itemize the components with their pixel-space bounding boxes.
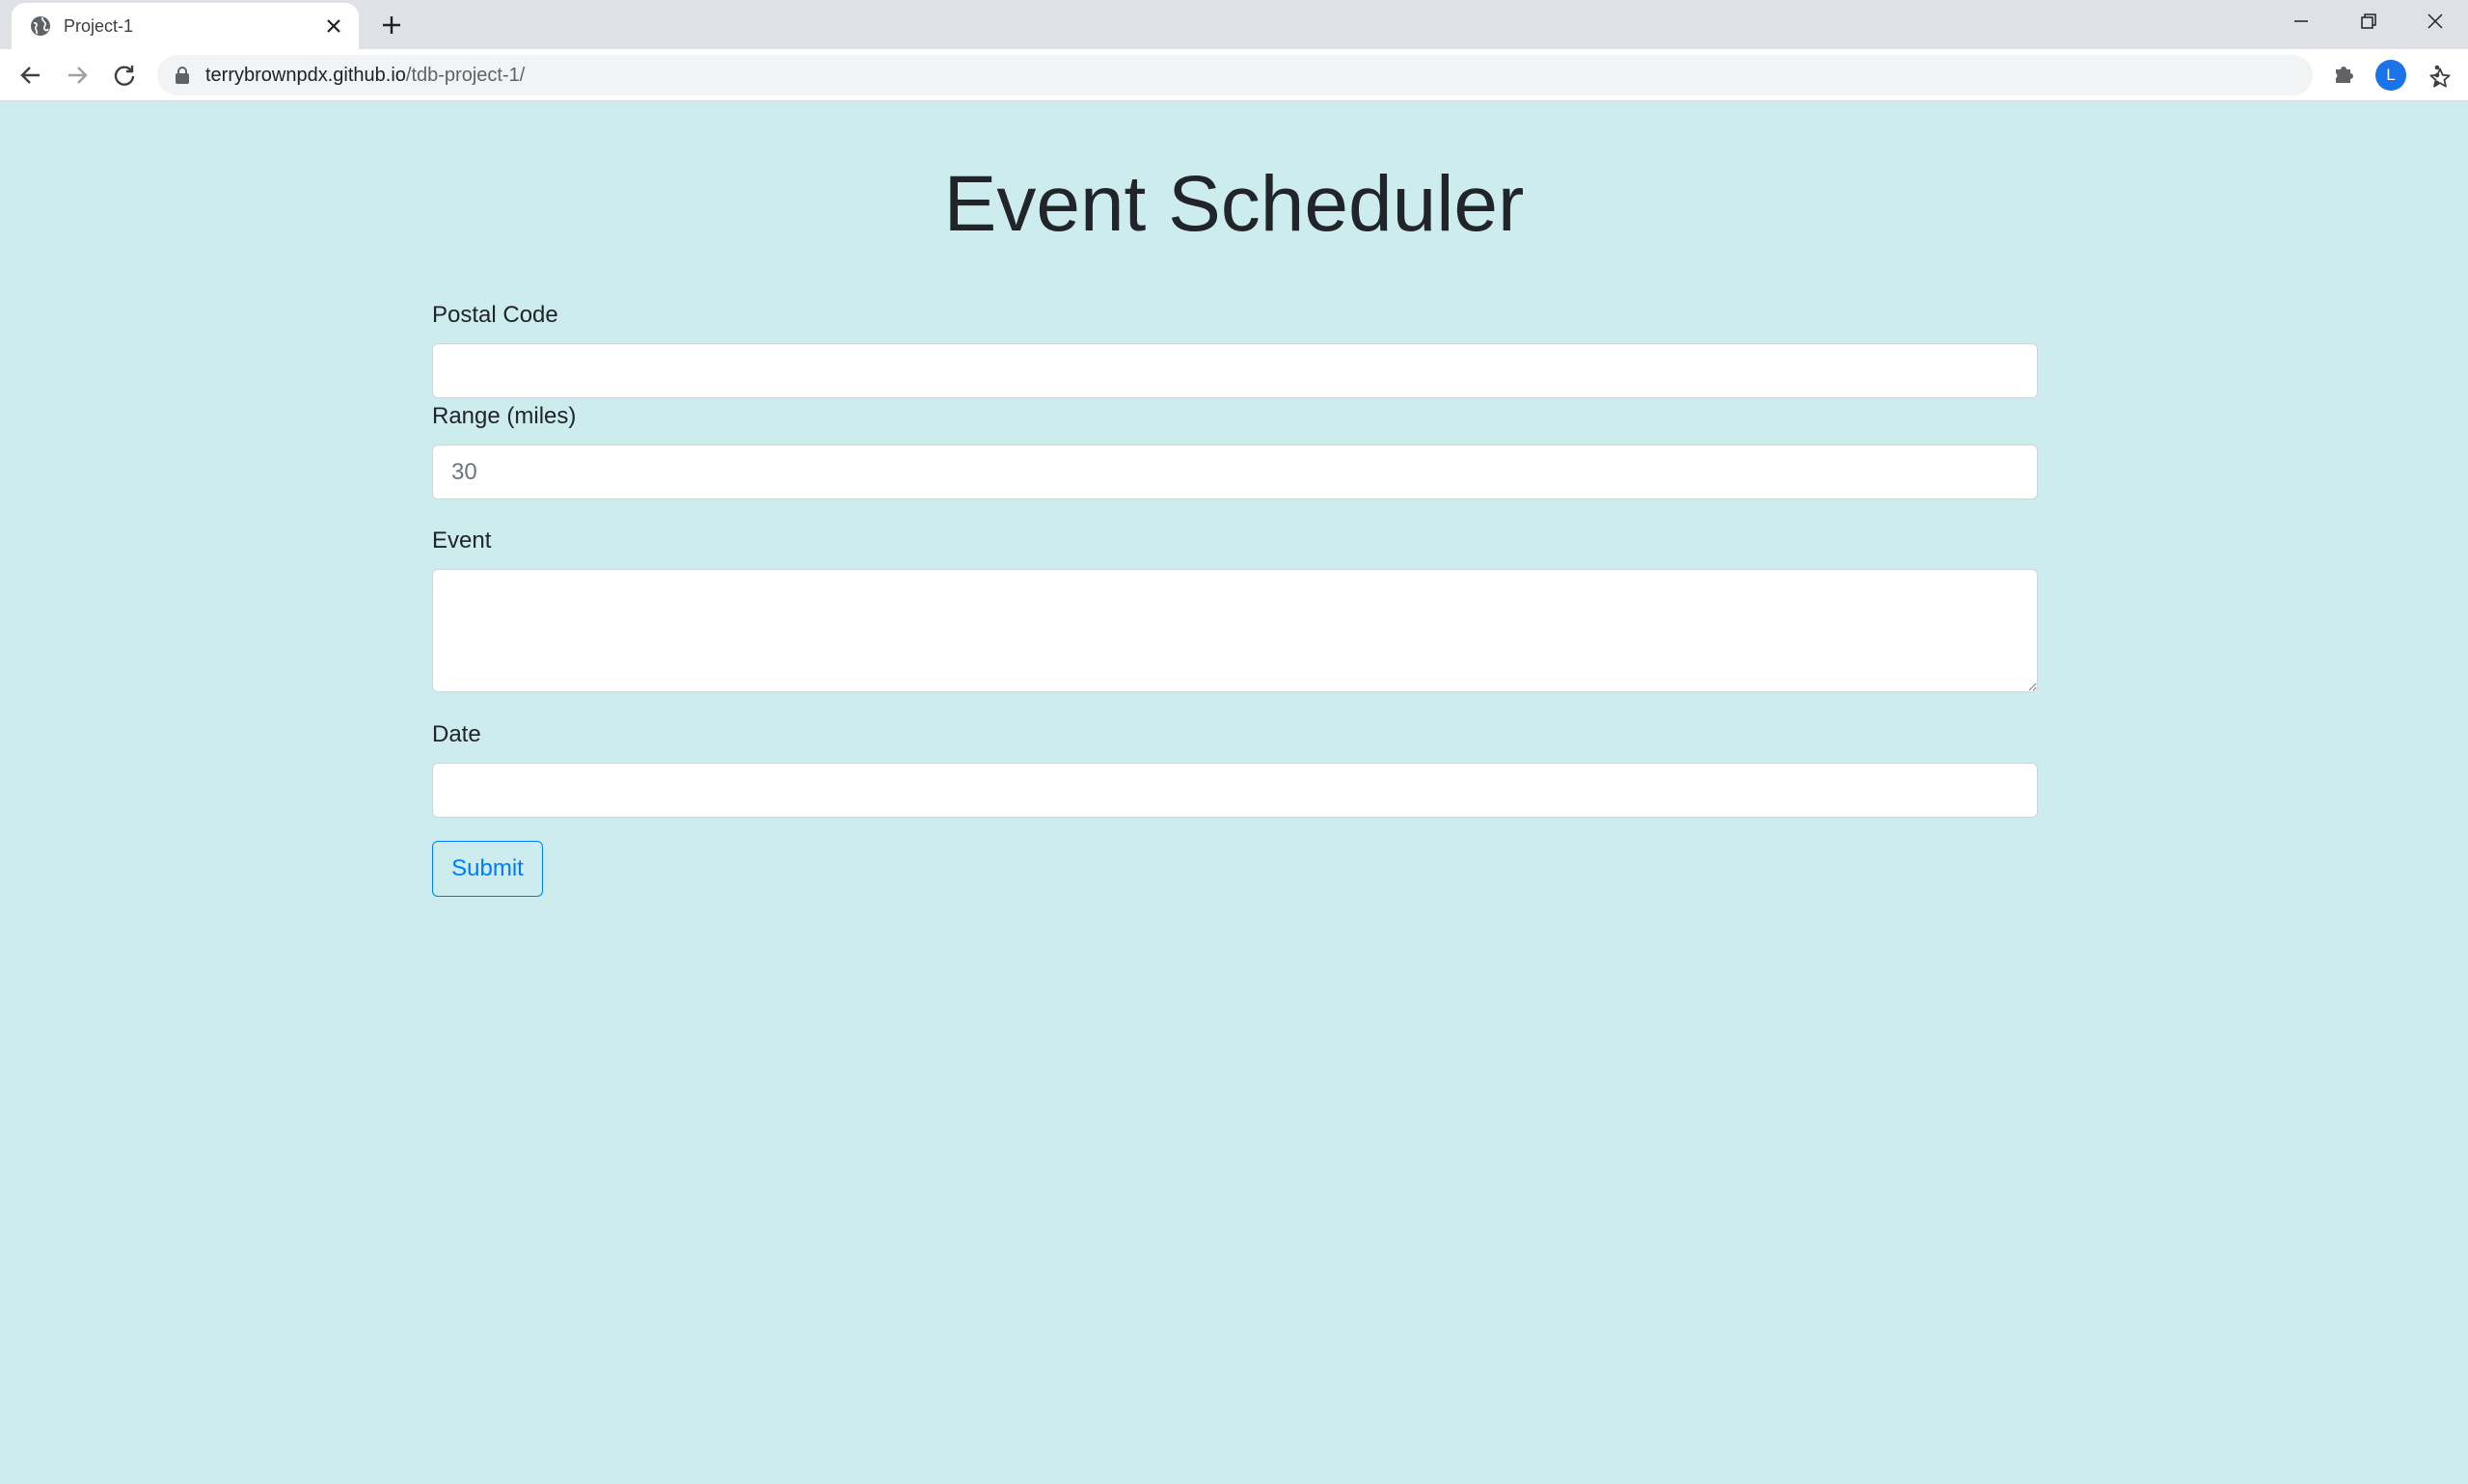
kebab-menu-icon[interactable] — [2426, 61, 2449, 90]
browser-tab[interactable]: Project-1 — [12, 3, 359, 49]
window-close-icon[interactable] — [2422, 8, 2449, 35]
profile-avatar[interactable]: L — [2375, 60, 2406, 91]
puzzle-icon[interactable] — [2332, 61, 2357, 86]
postal-code-label: Postal Code — [432, 302, 558, 328]
url-host: terrybrownpdx.github.io — [205, 65, 406, 86]
close-icon[interactable] — [322, 14, 345, 38]
postal-code-input[interactable] — [432, 343, 2038, 398]
range-input[interactable] — [432, 445, 2038, 499]
date-label: Date — [432, 721, 481, 747]
page-title: Event Scheduler — [943, 160, 1525, 248]
minimize-icon[interactable] — [2288, 8, 2315, 35]
reload-icon[interactable] — [111, 62, 138, 89]
event-textarea[interactable] — [432, 569, 2038, 692]
date-input[interactable] — [432, 763, 2038, 818]
lock-icon[interactable] — [175, 67, 190, 84]
event-label: Event — [432, 527, 492, 553]
submit-button[interactable]: Submit — [432, 841, 543, 897]
plus-icon[interactable] — [378, 12, 405, 39]
restore-icon[interactable] — [2355, 8, 2382, 35]
address-bar[interactable]: terrybrownpdx.github.io/tdb-project-1/ — [157, 55, 2451, 95]
browser-toolbar: terrybrownpdx.github.io/tdb-project-1/ L — [0, 49, 2468, 101]
range-label: Range (miles) — [432, 403, 577, 429]
tab-title: Project-1 — [64, 16, 134, 36]
globe-icon — [31, 16, 50, 36]
url-path: /tdb-project-1/ — [405, 65, 526, 86]
arrow-right-icon[interactable] — [64, 62, 91, 89]
tab-strip: Project-1 — [0, 0, 2468, 49]
arrow-left-icon[interactable] — [17, 62, 44, 89]
page-body: Event Scheduler Postal Code Range (miles… — [0, 102, 2468, 1484]
url-text[interactable]: terrybrownpdx.github.io/tdb-project-1/ — [205, 64, 525, 87]
